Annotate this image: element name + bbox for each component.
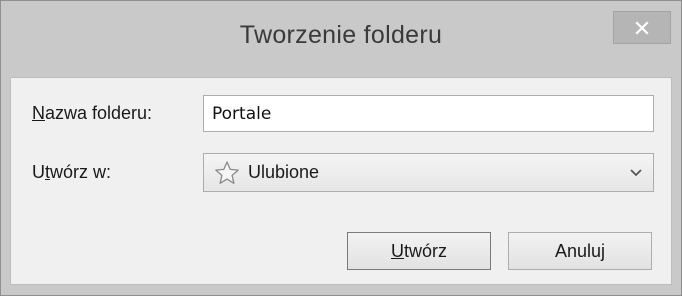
- create-folder-dialog: Tworzenie folderu Nazwa folderu: Utwórz …: [0, 0, 682, 296]
- close-button[interactable]: [613, 11, 671, 44]
- folder-name-input[interactable]: [203, 95, 654, 132]
- folder-name-label: Nazwa folderu:: [32, 103, 153, 123]
- location-dropdown[interactable]: Ulubione: [203, 153, 654, 192]
- star-icon: [215, 161, 239, 184]
- dialog-content: Nazwa folderu: Utwórz w: Ulubione Utwórz…: [10, 77, 672, 285]
- chevron-down-icon: [630, 169, 642, 177]
- title-bar: Tworzenie folderu: [1, 1, 681, 75]
- cancel-button[interactable]: Anuluj: [508, 232, 652, 270]
- dialog-title: Tworzenie folderu: [239, 21, 443, 49]
- create-button[interactable]: Utwórz: [347, 232, 491, 270]
- create-in-label: Utwórz w:: [32, 162, 112, 182]
- close-icon: [635, 20, 649, 35]
- location-value: Ulubione: [248, 162, 320, 182]
